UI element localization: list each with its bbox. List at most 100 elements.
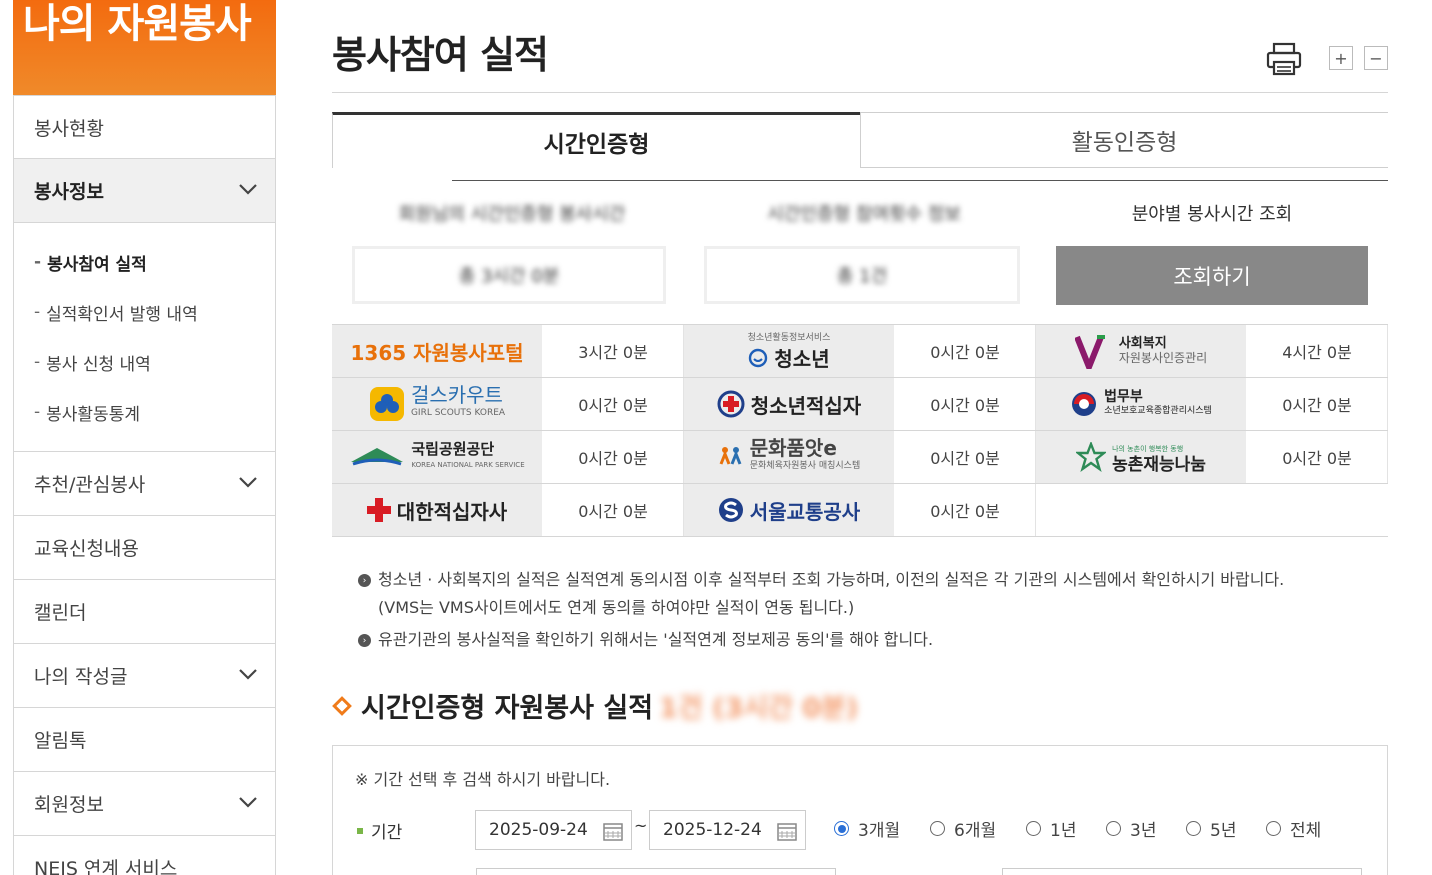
radio-3months[interactable]: 3개월 [834, 816, 900, 841]
sidebar-item-education[interactable]: 교육신청내용 [13, 516, 276, 580]
summary-count-value: 총 1건 [836, 266, 888, 287]
chevron-down-icon [239, 476, 257, 492]
sidebar-item-label: 봉사현황 [34, 117, 104, 140]
summary-label-field-query: 분야별 봉사시간 조회 [1131, 204, 1293, 225]
period-label: 기간 [357, 818, 402, 843]
sidebar-item-label: 추천/관심봉사 [34, 474, 146, 496]
org-logo-1365: 1365 자원봉사포털 [332, 325, 543, 377]
tab-underline [452, 180, 1388, 181]
summary-hours-box: 총 3시간 0분 [352, 246, 666, 304]
org-value: 0시간 0분 [543, 484, 684, 536]
org-value: 0시간 0분 [895, 431, 1036, 483]
print-icon[interactable] [1266, 42, 1302, 76]
page-title: 봉사참여 실적 [332, 33, 549, 77]
org-logo-korean-red-cross: 대한적십자사 [332, 484, 543, 536]
submenu-item-activity-stats[interactable]: - 봉사활동통계 [34, 387, 275, 437]
org-grid: 1365 자원봉사포털 3시간 0분 청소년활동정보서비스 청소년 0시간 0분… [332, 324, 1388, 537]
radio-all[interactable]: 전체 [1266, 816, 1321, 841]
org-logo-youth-red-cross: 청소년적십자 [684, 378, 895, 430]
sidebar: 나의 자원봉사 봉사현황 봉사정보 - 봉사참여 실적 - 실적확인서 발행 내역 … [13, 0, 276, 875]
summary-label-count: 시간인증형 참여횟수 정보 [767, 204, 961, 225]
org-row: 대한적십자사 0시간 0분 서울교통공사 0시간 0분 [332, 484, 1388, 537]
summary-hours-value: 총 3시간 0분 [458, 266, 560, 287]
smile-icon [748, 348, 768, 368]
sidebar-item-my-posts[interactable]: 나의 작성글 [13, 644, 276, 708]
star-icon [1076, 442, 1107, 472]
note-text: 청소년 · 사회복지의 실적은 실적연계 동의시점 이후 실적부터 조회 가능하… [378, 570, 1285, 589]
search-panel: ※ 기간 선택 후 검색 하시기 바랍니다. 기간 2025-09-24 ~ 2… [332, 745, 1388, 875]
calendar-icon[interactable] [777, 821, 797, 841]
calendar-icon[interactable] [603, 821, 623, 841]
diamond-icon [332, 695, 352, 716]
org-value: 3시간 0분 [543, 325, 684, 377]
org-logo-girl-scouts: 걸스카우트 GIRL SCOUTS KOREA [332, 378, 543, 430]
sidebar-item-volunteer-status[interactable]: 봉사현황 [13, 95, 276, 159]
bullet-arrow-icon: › [358, 634, 371, 647]
justice-emblem-icon [1070, 390, 1098, 418]
zoom-out-button[interactable]: − [1364, 46, 1388, 70]
sidebar-item-label: 봉사정보 [34, 181, 104, 203]
org-row: 1365 자원봉사포털 3시간 0분 청소년활동정보서비스 청소년 0시간 0분… [332, 325, 1388, 378]
sidebar-item-label: 캘린더 [34, 602, 87, 624]
chevron-down-icon [239, 183, 257, 199]
people-icon [718, 444, 744, 470]
org-value: 4시간 0분 [1247, 325, 1388, 377]
select-box[interactable] [476, 868, 836, 875]
radio-6months[interactable]: 6개월 [930, 816, 996, 841]
org-value: 0시간 0분 [895, 484, 1036, 536]
org-row: 국립공원공단 KOREA NATIONAL PARK SERVICE 0시간 0분… [332, 431, 1388, 484]
org-logo-social-welfare: 사회복지 자원봉사인증관리 [1036, 325, 1247, 377]
date-from-input[interactable]: 2025-09-24 [475, 810, 632, 850]
org-logo-youth: 청소년활동정보서비스 청소년 [684, 325, 895, 377]
sidebar-item-neis[interactable]: NEIS 연계 서비스 [13, 836, 276, 875]
org-logo-national-park: 국립공원공단 KOREA NATIONAL PARK SERVICE [332, 431, 543, 483]
org-value: 0시간 0분 [895, 325, 1036, 377]
select-box[interactable] [1002, 868, 1362, 875]
v-logo-icon [1074, 333, 1113, 369]
query-button[interactable]: 조회하기 [1056, 246, 1368, 305]
submenu-item-application-history[interactable]: - 봉사 신청 내역 [34, 337, 275, 387]
note-text: (VMS는 VMS사이트에서도 연계 동의를 하여야만 실적이 연동 됩니다.) [378, 598, 855, 617]
sidebar-item-label: 알림톡 [34, 730, 87, 752]
submenu-item-participation-record[interactable]: - 봉사참여 실적 [34, 237, 275, 287]
tab-time-certified[interactable]: 시간인증형 [332, 112, 860, 168]
title-divider [332, 92, 1388, 93]
radio-1year[interactable]: 1년 [1026, 816, 1076, 841]
sidebar-header: 나의 자원봉사 [13, 0, 276, 95]
org-value: 0시간 0분 [1247, 378, 1388, 430]
red-cross-icon [366, 498, 391, 522]
sidebar-item-recommended[interactable]: 추천/관심봉사 [13, 452, 276, 516]
sidebar-item-calendar[interactable]: 캘린더 [13, 580, 276, 644]
sidebar-item-label: 나의 작성글 [34, 666, 128, 688]
square-bullet-icon [357, 827, 363, 834]
sidebar-item-notification-talk[interactable]: 알림톡 [13, 708, 276, 772]
org-logo-rural-talent: 나의 농촌이 행복한 동행 농촌재능나눔 [1036, 431, 1247, 483]
search-note: ※ 기간 선택 후 검색 하시기 바랍니다. [355, 770, 611, 789]
red-cross-circle-icon [717, 390, 745, 418]
date-to-input[interactable]: 2025-12-24 [649, 810, 806, 850]
sidebar-item-volunteer-info[interactable]: 봉사정보 [13, 159, 276, 223]
sidebar-item-member-info[interactable]: 회원정보 [13, 772, 276, 836]
sidebar-item-label: 교육신청내용 [34, 538, 139, 560]
tab-bar: 시간인증형 활동인증형 [332, 112, 1388, 168]
section-title: 시간인증형 자원봉사 실적 1건 (3시간 0분) [332, 686, 858, 725]
radio-3years[interactable]: 3년 [1106, 816, 1156, 841]
org-row: 걸스카우트 GIRL SCOUTS KOREA 0시간 0분 청소년적십자 0시간… [332, 378, 1388, 431]
note-item: › 유관기관의 봉사실적을 확인하기 위해서는 '실적연계 정보제공 동의'를 … [358, 626, 1378, 654]
section-count: 1건 (3시간 0분) [659, 693, 859, 724]
org-logo-culture: 문화품앗e 문화체육자원봉사 매칭시스템 [684, 431, 895, 483]
org-logo-ministry-justice: 법무부 소년보호교육종합관리시스템 [1036, 378, 1247, 430]
zoom-in-button[interactable]: + [1329, 46, 1353, 70]
radio-5years[interactable]: 5년 [1186, 816, 1236, 841]
tab-activity-certified[interactable]: 활동인증형 [860, 112, 1388, 168]
chevron-down-icon [239, 668, 257, 684]
notes: › 청소년 · 사회복지의 실적은 실적연계 동의시점 이후 실적부터 조회 가… [358, 566, 1378, 654]
submenu-item-certificate-history[interactable]: - 실적확인서 발행 내역 [34, 287, 275, 337]
org-logo-seoul-metro: 서울교통공사 [684, 484, 895, 536]
note-item: › 청소년 · 사회복지의 실적은 실적연계 동의시점 이후 실적부터 조회 가… [358, 566, 1378, 622]
chevron-down-icon [239, 796, 257, 812]
sidebar-submenu: - 봉사참여 실적 - 실적확인서 발행 내역 - 봉사 신청 내역 - 봉사활동통계 [13, 223, 276, 452]
sidebar-item-label: NEIS 연계 서비스 [34, 858, 178, 875]
org-value: 0시간 0분 [543, 378, 684, 430]
org-value: 0시간 0분 [543, 431, 684, 483]
